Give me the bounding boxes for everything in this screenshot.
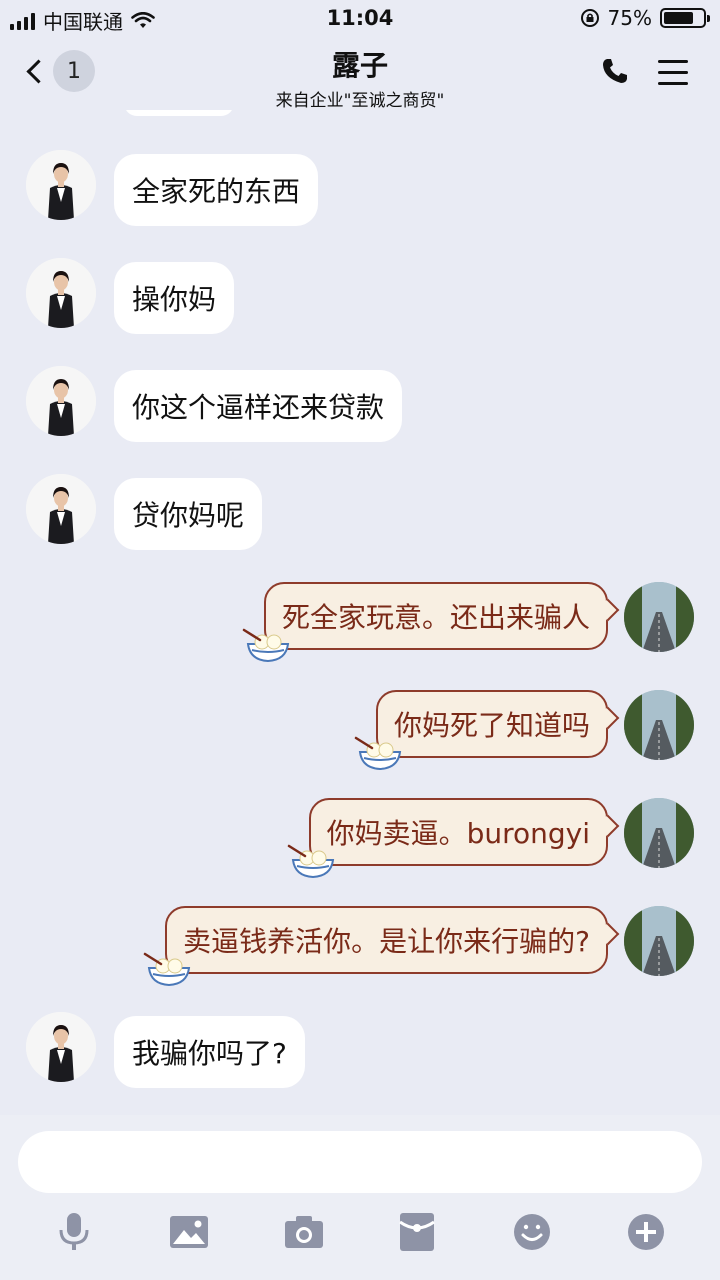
message-row: 全家死的东西 <box>0 150 720 230</box>
message-row: 操你妈 <box>0 258 720 338</box>
microphone-icon[interactable] <box>52 1210 96 1254</box>
menu-icon[interactable] <box>658 60 688 93</box>
message-row: 你妈卖逼。burongyi <box>0 798 720 886</box>
contact-avatar[interactable] <box>26 366 96 436</box>
plus-icon[interactable] <box>624 1210 668 1254</box>
message-input[interactable] <box>18 1131 702 1193</box>
message-row: 贷你妈呢 <box>0 474 720 554</box>
outgoing-message-bubble[interactable]: 你妈死了知道吗 <box>375 690 608 758</box>
my-avatar[interactable] <box>624 798 694 868</box>
message-row: 卖逼钱养活你。是让你来行骗的? <box>0 906 720 994</box>
chat-header: 1 露子 来自企业"至诚之商贸" <box>0 36 720 111</box>
bubble-decoration-icon <box>287 840 339 884</box>
message-row: 你妈死了知道吗 <box>0 690 720 778</box>
message-bubble-partial <box>124 110 234 116</box>
incoming-message-bubble[interactable]: 我骗你吗了? <box>114 1016 305 1088</box>
rotation-lock-icon <box>580 9 599 27</box>
message-row: 你这个逼样还来贷款 <box>0 366 720 446</box>
red-packet-icon[interactable] <box>395 1210 439 1254</box>
contact-avatar[interactable] <box>26 1012 96 1082</box>
status-bar: 中国联通 11:04 75% <box>0 0 720 36</box>
image-icon[interactable] <box>167 1210 211 1254</box>
contact-avatar[interactable] <box>26 150 96 220</box>
input-bar <box>0 1115 720 1280</box>
outgoing-message-bubble[interactable]: 你妈卖逼。burongyi <box>308 798 608 866</box>
message-row: 死全家玩意。还出来骗人 <box>0 582 720 670</box>
outgoing-message-bubble[interactable]: 卖逼钱养活你。是让你来行骗的? <box>165 906 608 974</box>
incoming-message-bubble[interactable]: 操你妈 <box>114 262 235 334</box>
camera-icon[interactable] <box>282 1210 326 1254</box>
bubble-decoration-icon <box>242 624 294 668</box>
emoji-icon[interactable] <box>510 1210 554 1254</box>
my-avatar[interactable] <box>624 582 694 652</box>
incoming-message-bubble[interactable]: 贷你妈呢 <box>114 478 263 550</box>
contact-avatar[interactable] <box>26 474 96 544</box>
my-avatar[interactable] <box>624 906 694 976</box>
battery-fill <box>664 12 693 24</box>
battery-percent: 75% <box>607 6 652 30</box>
contact-avatar[interactable] <box>26 258 96 328</box>
message-list[interactable]: 全家死的东西 操你妈你这个逼样还来贷款 贷你妈呢 死全家玩意。还出来骗人你妈死了知道吗… <box>0 110 720 1115</box>
contact-subtitle: 来自企业"至诚之商贸" <box>275 91 445 111</box>
bubble-decoration-icon <box>354 732 406 776</box>
status-right: 75% <box>580 6 710 30</box>
outgoing-message-bubble[interactable]: 死全家玩意。还出来骗人 <box>263 582 608 650</box>
bubble-decoration-icon <box>143 948 195 992</box>
battery-icon <box>660 8 710 28</box>
incoming-message-bubble[interactable]: 你这个逼样还来贷款 <box>114 370 403 442</box>
incoming-message-bubble[interactable]: 全家死的东西 <box>114 154 319 226</box>
toolbar <box>0 1210 720 1270</box>
phone-icon[interactable] <box>600 56 630 86</box>
my-avatar[interactable] <box>624 690 694 760</box>
message-row: 我骗你吗了? <box>0 1012 720 1092</box>
